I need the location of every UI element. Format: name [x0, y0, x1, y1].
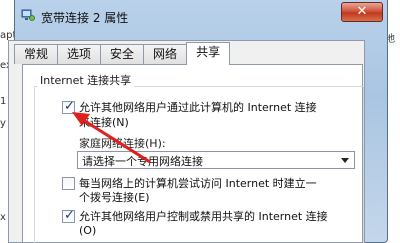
- dial-on-demand-label: 每当网络上的计算机尝试访问 Internet 时建立一: [79, 177, 317, 190]
- allow-share-label-line2: 来连接(N): [79, 116, 129, 129]
- network-connection-icon: [21, 8, 35, 22]
- close-button[interactable]: ✕: [341, 2, 383, 22]
- dial-on-demand-label-line2: 个拨号连接(E): [79, 191, 150, 204]
- home-network-select-value: 请选择一个专用网络连接: [82, 155, 203, 168]
- allow-share-checkbox[interactable]: ✓: [62, 99, 75, 114]
- title-bar[interactable]: 宽带连接 2 属性 ✕: [15, 0, 387, 34]
- allow-share-label: 允许其他网络用户通过此计算机的 Internet 连接: [79, 101, 317, 114]
- tab-options[interactable]: 选项: [57, 44, 102, 64]
- home-network-label: 家庭网络连接(H):: [79, 137, 166, 150]
- tab-general[interactable]: 常规: [14, 44, 59, 64]
- checkmark-icon: ✓: [64, 99, 75, 114]
- allow-control-label-line2: (O): [79, 224, 97, 237]
- window-title: 宽带连接 2 属性: [41, 11, 129, 25]
- dropdown-arrow-icon[interactable]: [341, 158, 349, 163]
- checkmark-icon: ✓: [64, 208, 75, 223]
- tab-sharing[interactable]: 共享: [186, 42, 231, 65]
- group-title: Internet 连接共享: [37, 72, 135, 88]
- background-text: y: [0, 118, 6, 129]
- allow-control-label: 允许其他网络用户控制或禁用共享的 Internet 连接: [79, 210, 328, 223]
- dial-on-demand-checkbox[interactable]: [62, 177, 75, 190]
- tab-strip: 常规 选项 安全 网络 共享: [14, 42, 231, 65]
- tab-networking[interactable]: 网络: [143, 44, 188, 64]
- allow-control-checkbox[interactable]: ✓: [62, 208, 75, 223]
- background-text: x: [0, 212, 6, 223]
- home-network-select[interactable]: 请选择一个专用网络连接: [77, 151, 355, 169]
- background-text: 1: [0, 96, 7, 107]
- tab-security[interactable]: 安全: [100, 44, 145, 64]
